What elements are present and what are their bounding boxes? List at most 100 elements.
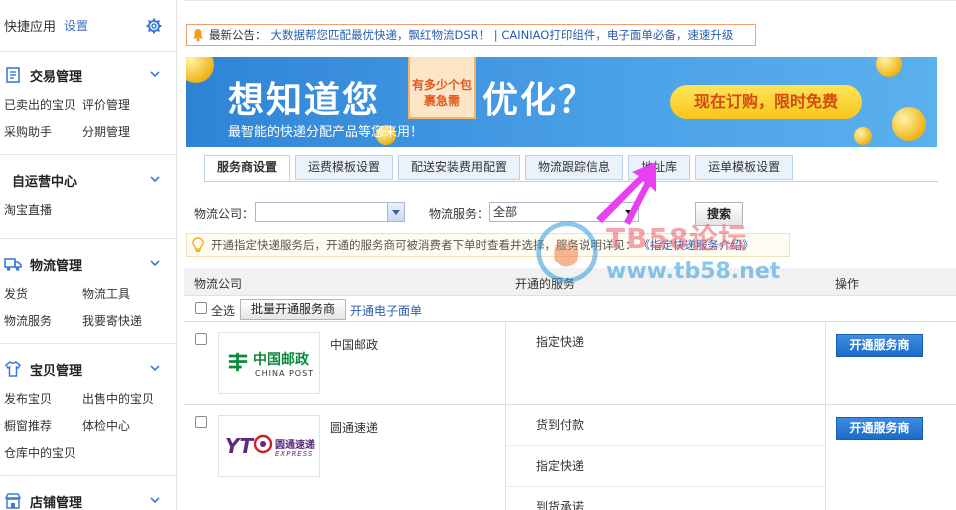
coin-decoration — [186, 57, 214, 83]
info-tip: 开通指定快递服务后，开通的服务商可被消费者下单时查看并选择，服务说明详见： 《指… — [186, 233, 790, 257]
banner-headline-right: 优化？ — [482, 80, 597, 121]
chevron-down-icon[interactable] — [621, 203, 638, 221]
yto-logo: YT 圆通速递 EXPRESS — [218, 415, 320, 477]
settings-tabs: 服务商设置 运费模板设置 配送安装费用配置 物流跟踪信息 地址库 运单模板设置 — [204, 155, 798, 182]
sidebar-group-title[interactable]: 自运营中心 — [0, 163, 176, 197]
service-item: 指定快递 — [506, 446, 825, 487]
enable-carrier-button[interactable]: 开通服务商 — [836, 334, 923, 357]
china-post-logo-en: CHINA POST — [255, 369, 315, 378]
sidebar-item-live[interactable]: 淘宝直播 — [4, 197, 82, 224]
col-company: 物流公司 — [194, 277, 243, 291]
banner-tag: 有多少个包裹急需 — [408, 57, 476, 119]
sidebar-group-title[interactable]: 物流管理 — [0, 247, 176, 281]
sidebar-item-publish[interactable]: 发布宝贝 — [4, 386, 82, 413]
service-list: 指定快递 — [505, 322, 826, 405]
sidebar-item-send-express[interactable]: 我要寄快递 — [82, 308, 160, 335]
divider — [184, 0, 956, 6]
main-content: 最新公告： 大数据帮您匹配最优快递，飘红物流DSR！ | CAINIAO打印组件… — [184, 0, 956, 510]
sidebar-group-label: 物流管理 — [30, 258, 83, 274]
filter-bar: 物流公司： 物流服务： 全部 搜索 — [184, 200, 956, 226]
sidebar-item-health[interactable]: 体检中心 — [82, 413, 160, 440]
sidebar-group-self-ops: 自运营中心 淘宝直播 — [0, 155, 176, 239]
gear-icon[interactable] — [146, 18, 162, 34]
banner-cta-button[interactable]: 现在订购，限时免费 — [670, 85, 862, 119]
sidebar: 快捷应用 设置 交易管理 已卖出的宝贝 评价管理 采购助手 分期管理 自运营中心… — [0, 0, 177, 510]
col-action: 操作 — [835, 277, 860, 291]
row-checkbox[interactable] — [195, 333, 207, 345]
service-item: 指定快递 — [536, 335, 585, 349]
sidebar-group-title[interactable]: 店铺管理 — [0, 484, 176, 510]
coin-decoration — [854, 127, 872, 145]
sidebar-group-items: 发布宝贝 出售中的宝贝 橱窗推荐 体检中心 仓库中的宝贝 — [0, 386, 176, 475]
sidebar-group-trade: 交易管理 已卖出的宝贝 评价管理 采购助手 分期管理 — [0, 52, 176, 155]
chevron-down-icon[interactable] — [150, 69, 160, 79]
service-item: 到货承诺 — [536, 500, 585, 510]
yto-logo-cn: 圆通速递 — [275, 440, 315, 451]
tab-waybill-template[interactable]: 运单模板设置 — [695, 155, 794, 180]
sidebar-group-logistics: 物流管理 发货 物流工具 物流服务 我要寄快递 — [0, 239, 176, 344]
chevron-down-icon[interactable] — [150, 495, 160, 505]
row-checkbox[interactable] — [195, 416, 207, 428]
chevron-down-icon[interactable] — [387, 203, 404, 221]
sidebar-item-showcase[interactable]: 橱窗推荐 — [4, 413, 82, 440]
announcement-link[interactable]: 大数据帮您匹配最优快递，飘红物流DSR！ | CAINIAO打印组件，电子面单必… — [271, 27, 734, 43]
store-icon — [4, 493, 22, 509]
company-select[interactable] — [255, 202, 405, 222]
chevron-down-icon[interactable] — [150, 174, 160, 184]
tip-link[interactable]: 《指定快递服务介绍》 — [639, 237, 754, 253]
sidebar-group-label: 交易管理 — [30, 69, 83, 85]
sidebar-item-warehouse[interactable]: 仓库中的宝贝 — [4, 440, 82, 467]
table-row: YT 圆通速递 EXPRESS 圆通速递 货到付款 指定快递 到货承诺 开通服务… — [184, 405, 956, 510]
announcement-bar: 最新公告： 大数据帮您匹配最优快递，飘红物流DSR！ | CAINIAO打印组件… — [186, 24, 756, 46]
sidebar-header: 快捷应用 设置 — [0, 0, 176, 52]
carrier-name: 中国邮政 — [330, 338, 379, 352]
sidebar-group-label: 自运营中心 — [12, 174, 78, 190]
batch-enable-button[interactable]: 批量开通服务商 — [240, 299, 346, 320]
service-select-value: 全部 — [493, 205, 518, 219]
service-list: 货到付款 指定快递 到货承诺 — [505, 405, 826, 510]
sidebar-item-logistics-service[interactable]: 物流服务 — [4, 308, 82, 335]
sidebar-group-title[interactable]: 交易管理 — [0, 58, 176, 92]
sidebar-title: 快捷应用 — [4, 20, 57, 35]
yto-swirl-icon — [253, 434, 273, 454]
chevron-down-icon[interactable] — [150, 258, 160, 268]
enable-carrier-button[interactable]: 开通服务商 — [836, 417, 923, 440]
service-filter-label: 物流服务： — [429, 207, 490, 221]
sidebar-item-logistics-tools[interactable]: 物流工具 — [82, 281, 160, 308]
select-all-checkbox[interactable] — [195, 302, 207, 314]
table-row: 中国邮政 CHINA POST 中国邮政 指定快递 开通服务商 — [184, 322, 956, 405]
sidebar-settings-link[interactable]: 设置 — [64, 17, 88, 34]
tab-address-book[interactable]: 地址库 — [628, 155, 691, 180]
banner-subtitle: 最智能的快递分配产品等您来用！ — [228, 125, 424, 140]
sidebar-group-label: 宝贝管理 — [30, 363, 83, 379]
yto-logo-en: EXPRESS — [275, 450, 314, 458]
tab-carrier-settings[interactable]: 服务商设置 — [204, 155, 291, 182]
sidebar-group-title[interactable]: 宝贝管理 — [0, 352, 176, 386]
sidebar-item-ship[interactable]: 发货 — [4, 281, 82, 308]
sidebar-group-label: 店铺管理 — [30, 495, 83, 510]
sidebar-item-reviews[interactable]: 评价管理 — [82, 92, 160, 119]
tab-delivery-install-fee[interactable]: 配送安装费用配置 — [398, 155, 521, 180]
shirt-icon — [4, 361, 22, 377]
tab-freight-template[interactable]: 运费模板设置 — [295, 155, 394, 180]
promo-banner[interactable]: 想知道您 有多少个包裹急需 优化？ 最智能的快递分配产品等您来用！ 现在订购，限… — [186, 57, 937, 147]
sidebar-item-purchase[interactable]: 采购助手 — [4, 119, 82, 146]
coin-decoration — [876, 57, 902, 77]
service-select[interactable]: 全部 — [489, 202, 639, 222]
tip-text: 开通指定快递服务后，开通的服务商可被消费者下单时查看并选择，服务说明详见： — [211, 238, 637, 252]
search-button[interactable]: 搜索 — [695, 202, 743, 226]
lightbulb-icon — [192, 237, 204, 252]
sidebar-item-installment[interactable]: 分期管理 — [82, 119, 160, 146]
yto-logo-mark: YT — [225, 434, 254, 458]
chevron-down-icon[interactable] — [150, 363, 160, 373]
esheet-link[interactable]: 开通电子面单 — [350, 302, 422, 319]
sidebar-item-sold[interactable]: 已卖出的宝贝 — [4, 92, 82, 119]
bell-icon — [193, 29, 203, 42]
sidebar-group-items: 淘宝直播 — [0, 197, 176, 238]
sidebar-item-on-sale[interactable]: 出售中的宝贝 — [82, 386, 160, 413]
select-all-label: 全选 — [211, 304, 236, 318]
tab-logistics-tracking[interactable]: 物流跟踪信息 — [525, 155, 624, 180]
announcement-label: 最新公告： — [209, 28, 267, 42]
banner-headline-left: 想知道您 — [228, 80, 381, 121]
sidebar-group-items: 发货 物流工具 物流服务 我要寄快递 — [0, 281, 176, 343]
